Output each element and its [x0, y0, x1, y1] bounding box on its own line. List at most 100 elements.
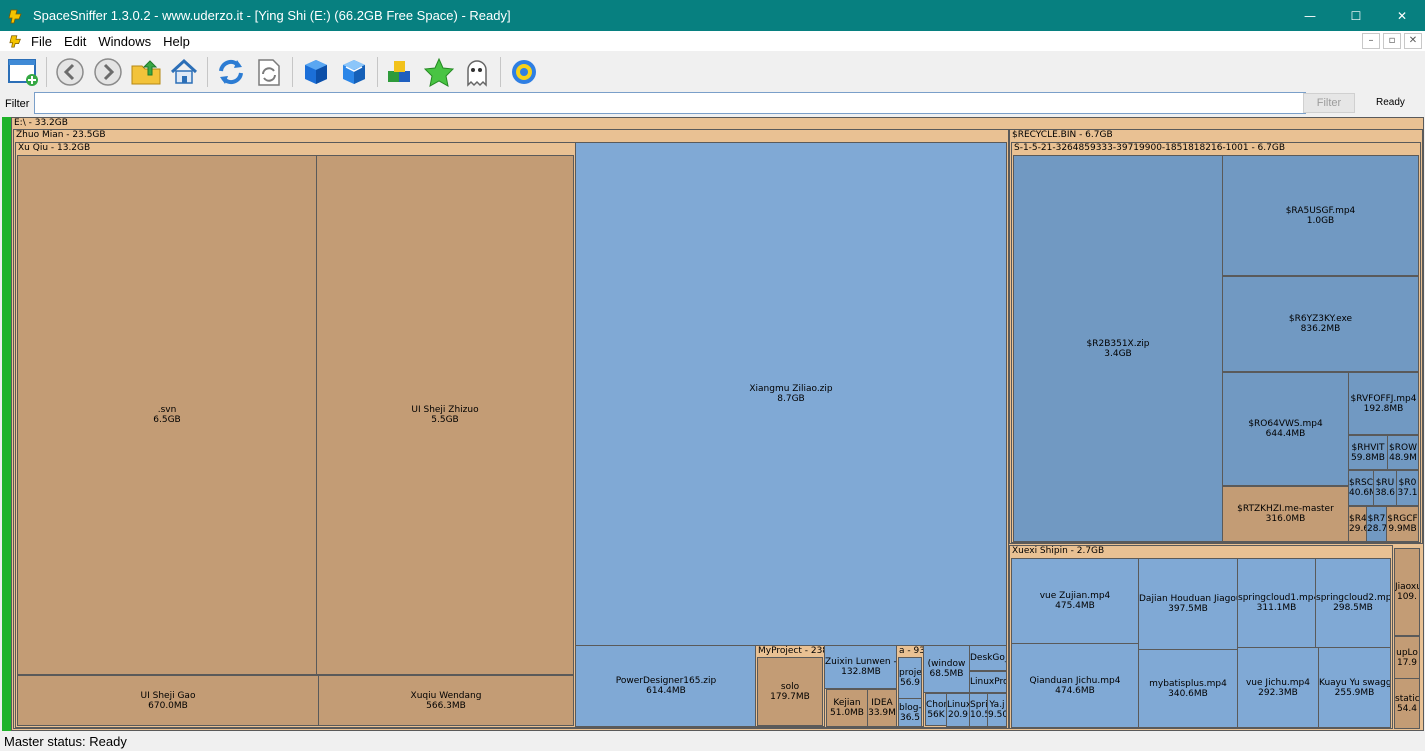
treemap-node-chongqing[interactable]: Chong56K [925, 693, 947, 726]
treemap-node-a-folder[interactable]: a - 93 proje 56.9 blog- 36.5 [896, 645, 924, 727]
treemap-node-courseware[interactable]: Kejian 51.0MB [826, 689, 868, 727]
treemap-node-ru[interactable]: $RU 38.6 [1373, 470, 1397, 506]
treemap-node-row[interactable]: $ROW 48.9M [1387, 435, 1419, 470]
treemap-node-ra5usgf[interactable]: $RA5USGF.mp4 1.0GB [1222, 155, 1419, 276]
filter-input[interactable] [34, 92, 1306, 114]
mdi-minimize-button[interactable]: – [1362, 33, 1380, 49]
back-button[interactable] [53, 55, 87, 89]
treemap-node-powerdesigner[interactable]: PowerDesigner165.zip 614.4MB [575, 645, 757, 727]
treemap-node-solo[interactable]: solo 179.7MB [757, 657, 823, 726]
treemap-node-teaching[interactable]: Jiaoxue109. [1394, 548, 1420, 636]
new-view-button[interactable] [6, 55, 40, 89]
treemap-node-rgcf[interactable]: $RGCF 9.9MB [1386, 506, 1419, 542]
treemap-file-size: 292.3MB [1258, 687, 1298, 698]
treemap-node-r2b351x[interactable]: $R2B351X.zip 3.4GB [1013, 155, 1223, 542]
treemap-node-vue-comp[interactable]: vue Zujian.mp4 475.4MB [1011, 558, 1139, 644]
mdi-child-icon[interactable] [7, 32, 25, 50]
menu-windows[interactable]: Windows [92, 34, 157, 49]
master-status-text: Master status: Ready [4, 734, 127, 749]
treemap-node-mybatisplus[interactable]: mybatisplus.mp4 340.6MB [1138, 649, 1238, 728]
favorites-button[interactable] [422, 55, 456, 89]
tags-button[interactable] [384, 55, 418, 89]
home-button[interactable] [167, 55, 201, 89]
treemap-file-name: Kuayu Yu swagger.m [1319, 677, 1390, 688]
treemap-node-rhvit[interactable]: $RHVIT 59.8MB [1348, 435, 1388, 470]
ghost-button[interactable] [460, 55, 494, 89]
treemap-file-size: 33.9M [868, 708, 896, 718]
treemap-file-label: Kejian 51.0MB [827, 698, 867, 718]
treemap-node-static[interactable]: static 54.4 [1394, 678, 1420, 729]
maximize-button[interactable]: ☐ [1333, 0, 1379, 31]
treemap-node-myproject[interactable]: MyProject - 238 solo 179.7MB [755, 645, 825, 727]
treemap-node-r4[interactable]: $R429.6 [1348, 506, 1367, 542]
treemap-node-ui-draft[interactable]: UI Sheji Gao 670.0MB [17, 675, 319, 726]
close-button[interactable]: ✕ [1379, 0, 1425, 31]
treemap-node-desktop[interactable]: Zhuo Mian - 23.5GB Xu Qiu - 13.2GB .svn 6.5… [13, 129, 1009, 729]
treemap-node-r7[interactable]: $R7 28.7 [1366, 506, 1387, 542]
treemap-node-ya[interactable]: Ya.j 9.50 [987, 693, 1006, 727]
treemap-node-vue-basics[interactable]: vue Jichu.mp4 292.3MB [1237, 647, 1319, 728]
treemap-node-build-backend[interactable]: Dajian Houduan Jiagou.mp4397.5MB [1138, 558, 1238, 650]
parent-folder-button[interactable] [129, 55, 163, 89]
treemap-node-sid[interactable]: S-1-5-21-3264859333-39719900-1851818216-… [1011, 142, 1421, 543]
treemap-file-name: $RU [1375, 478, 1395, 488]
treemap-node-recycle[interactable]: $RECYCLE.BIN - 6.7GB S-1-5-21-3264859333-… [1009, 129, 1423, 544]
treemap-folder-header: S-1-5-21-3264859333-39719900-1851818216-… [1014, 143, 1286, 153]
zoom-in-button[interactable] [299, 55, 333, 89]
treemap-node-idea[interactable]: IDEA 33.9M [867, 689, 897, 727]
menu-help[interactable]: Help [157, 34, 196, 49]
treemap-node-latest-papers[interactable]: Zuixin Lunwen -Da132.8MB [824, 645, 898, 689]
treemap-file-name: Xuqiu Wendang [410, 690, 482, 701]
treemap-file-label: $RA5USGF.mp4 1.0GB [1223, 206, 1418, 226]
treemap-node-rvfoffj[interactable]: $RVFOFFJ.mp4 192.8MB [1348, 372, 1419, 435]
treemap-node-study-video[interactable]: Xuexi Shipin - 2.7GB vue Zujian.mp4 475.4M… [1009, 545, 1393, 729]
mdi-restore-button[interactable]: ▫ [1383, 33, 1401, 49]
treemap-node-svn[interactable]: .svn 6.5GB [17, 155, 317, 675]
treemap-node-windows[interactable]: (window 68.5MB [923, 645, 970, 693]
treemap-file-name: upLo [1396, 647, 1418, 658]
treemap-node-rsc[interactable]: $RSC40.6M [1348, 470, 1374, 506]
treemap-node-r0[interactable]: $R0 37.1 [1396, 470, 1419, 506]
treemap-node-r6yz3ky[interactable]: $R6YZ3KY.exe 836.2MB [1222, 276, 1419, 372]
treemap-file-size: 109. [1396, 592, 1418, 602]
menu-file[interactable]: File [25, 34, 58, 49]
treemap-node-ui-design[interactable]: UI Sheji Zhizuo 5.5GB [316, 155, 574, 675]
filter-button[interactable]: Filter [1303, 93, 1355, 113]
treemap-file-label: $R0 37.1 [1397, 478, 1418, 498]
close-icon: ✕ [1396, 8, 1408, 23]
minimize-button[interactable]: — [1287, 0, 1333, 31]
mdi-close-button[interactable]: ✕ [1404, 33, 1422, 49]
treemap-file-size: 566.3MB [426, 700, 466, 711]
folder-up-icon [131, 59, 161, 84]
treemap-node-blog[interactable]: blog- 36.5 [898, 698, 922, 726]
treemap-node-linuxpro[interactable]: LinuxPro [969, 671, 1006, 693]
treemap-node-ro64vws[interactable]: $RO64VWS.mp4 644.4MB [1222, 372, 1349, 486]
treemap-node-swagger[interactable]: Kuayu Yu swagger.m255.9MB [1318, 647, 1391, 728]
treemap-file-size: 9.9MB [1388, 524, 1417, 534]
treemap-node-rtzkhzi[interactable]: $RTZKHZI.me-master 316.0MB [1222, 486, 1349, 542]
treemap-node-root[interactable]: E:\ - 33.2GB Zhuo Mian - 23.5GB Xu Qiu - 1… [11, 117, 1424, 731]
treemap-file-name: Zuixin Lunwen -Da [825, 657, 897, 667]
treemap-folder-header: Zhuo Mian - 23.5GB [16, 130, 106, 140]
treemap-node-uplo[interactable]: upLo 17.9 [1394, 636, 1420, 679]
treemap-node-linux[interactable]: Linux 20.9 [946, 693, 970, 727]
refresh-item-button[interactable] [252, 55, 286, 89]
treemap-node-req-docs[interactable]: Xuqiu Wendang 566.3MB [318, 675, 574, 726]
treemap-node-requirements[interactable]: Xu Qiu - 13.2GB .svn 6.5GB UI Sheji Zhizuo 5… [15, 142, 1007, 728]
treemap-node-proj[interactable]: proje 56.9 [898, 657, 922, 699]
zoom-out-button[interactable] [337, 55, 371, 89]
menu-edit[interactable]: Edit [58, 34, 92, 49]
arrow-left-icon [56, 57, 84, 86]
treemap-node-deskgo[interactable]: DeskGo_ [969, 645, 1006, 671]
forward-button[interactable] [91, 55, 125, 89]
treemap-file-size: 475.4MB [1055, 601, 1095, 611]
treemap-node-springcloud1[interactable]: springcloud1.mp4 311.1MB [1237, 558, 1316, 648]
treemap-file-label: $RTZKHZI.me-master 316.0MB [1223, 504, 1348, 524]
refresh-button[interactable] [214, 55, 248, 89]
treemap-node-frontend[interactable]: Qianduan Jichu.mp4 474.6MB [1011, 643, 1139, 728]
treemap-node-project-zip[interactable]: Xiangmu Ziliao.zip 8.7GB [575, 143, 1006, 646]
treemap-node-spri[interactable]: Spri10.5 [969, 693, 988, 727]
settings-button[interactable] [507, 55, 541, 89]
treemap-node-springcloud2[interactable]: springcloud2.mp4 298.5MB [1315, 558, 1391, 648]
treemap-file-size: 38.6 [1374, 488, 1396, 498]
